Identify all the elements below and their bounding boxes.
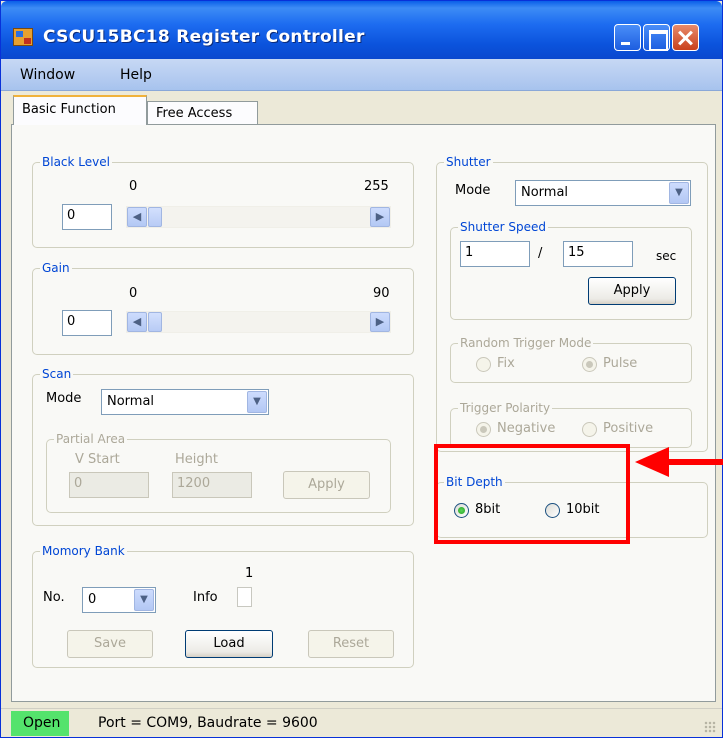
arrow-left-icon bbox=[635, 447, 669, 477]
tab-basic-function[interactable]: Basic Function bbox=[13, 95, 147, 125]
black-level-title: Black Level bbox=[40, 154, 112, 170]
partial-area-title: Partial Area bbox=[54, 431, 128, 447]
black-level-min-label: 0 bbox=[129, 179, 138, 194]
connection-status-badge: Open bbox=[11, 711, 69, 736]
shutter-mode-value: Normal bbox=[521, 185, 569, 200]
arrow-left-icon[interactable]: ◀ bbox=[127, 207, 147, 227]
random-trigger-group: Random Trigger Mode Fix Pulse bbox=[450, 335, 692, 383]
shutter-denominator-input[interactable]: 15 bbox=[563, 241, 633, 267]
radio-positive[interactable] bbox=[582, 422, 597, 437]
menu-window[interactable]: Window bbox=[20, 67, 75, 83]
scan-title: Scan bbox=[40, 366, 74, 382]
shutter-separator: / bbox=[538, 246, 543, 261]
shutter-mode-label: Mode bbox=[455, 183, 491, 198]
gain-input[interactable]: 0 bbox=[62, 310, 112, 336]
shutter-speed-group: Shutter Speed 1 / 15 sec Apply bbox=[450, 219, 692, 320]
shutter-mode-select[interactable]: Normal ▼ bbox=[515, 180, 691, 206]
random-trigger-title: Random Trigger Mode bbox=[458, 335, 594, 351]
random-trigger-pulse-option[interactable]: Pulse bbox=[582, 355, 672, 375]
height-input[interactable]: 1200 bbox=[172, 472, 252, 498]
black-level-input[interactable]: 0 bbox=[62, 204, 112, 230]
memory-bank-group: Momory Bank No. 0 ▼ 1 Info Save Load Res… bbox=[32, 543, 414, 668]
tab-panel-basic-function: Black Level 0 255 0 ◀ ▶ Gain 0 90 0 ◀ ▶ … bbox=[11, 124, 716, 702]
maximize-button[interactable] bbox=[643, 24, 670, 51]
menu-help[interactable]: Help bbox=[120, 67, 152, 83]
close-button[interactable] bbox=[672, 24, 699, 51]
chevron-down-icon[interactable]: ▼ bbox=[669, 182, 689, 204]
bank-number-value: 0 bbox=[88, 592, 97, 607]
bank-load-button[interactable]: Load bbox=[185, 630, 273, 658]
shutter-group: Shutter Mode Normal ▼ Shutter Speed 1 / … bbox=[436, 154, 708, 452]
shutter-numerator-input[interactable]: 1 bbox=[460, 241, 530, 267]
gain-min-label: 0 bbox=[129, 286, 138, 301]
polarity-negative-option[interactable]: Negative bbox=[476, 420, 566, 440]
app-window: CSCU15BC18 Register Controller Window He… bbox=[0, 0, 723, 738]
radio-negative[interactable] bbox=[476, 422, 491, 437]
polarity-negative-label: Negative bbox=[497, 421, 556, 436]
trigger-polarity-group: Trigger Polarity Negative Positive bbox=[450, 400, 692, 448]
arrow-right-icon[interactable]: ▶ bbox=[370, 207, 390, 227]
black-level-max-label: 255 bbox=[364, 179, 389, 194]
chevron-down-icon[interactable]: ▼ bbox=[247, 391, 267, 413]
bank-reset-button[interactable]: Reset bbox=[308, 630, 394, 658]
vstart-label: V Start bbox=[75, 452, 120, 467]
polarity-positive-option[interactable]: Positive bbox=[582, 420, 682, 440]
window-title: CSCU15BC18 Register Controller bbox=[43, 27, 365, 47]
bank-number-select[interactable]: 0 ▼ bbox=[82, 587, 156, 613]
app-icon bbox=[13, 28, 33, 46]
random-trigger-fix-label: Fix bbox=[497, 356, 515, 371]
vstart-input[interactable]: 0 bbox=[69, 472, 149, 498]
gain-slider-thumb[interactable] bbox=[148, 312, 162, 332]
chevron-down-icon[interactable]: ▼ bbox=[134, 589, 154, 611]
shutter-unit-label: sec bbox=[656, 249, 677, 263]
bank-number-label: No. bbox=[43, 590, 65, 605]
arrow-right-icon[interactable]: ▶ bbox=[370, 312, 390, 332]
gain-group: Gain 0 90 0 ◀ ▶ bbox=[32, 260, 414, 355]
partial-area-apply-button[interactable]: Apply bbox=[283, 471, 370, 499]
black-level-slider[interactable]: ◀ ▶ bbox=[126, 206, 391, 228]
scan-mode-select[interactable]: Normal ▼ bbox=[101, 389, 269, 415]
gain-max-label: 90 bbox=[373, 286, 390, 301]
title-bar[interactable]: CSCU15BC18 Register Controller bbox=[1, 1, 722, 59]
menu-bar: Window Help bbox=[1, 59, 722, 91]
random-trigger-fix-option[interactable]: Fix bbox=[476, 355, 536, 375]
gain-slider[interactable]: ◀ ▶ bbox=[126, 311, 391, 333]
annotation-arrow-shaft bbox=[667, 459, 723, 465]
shutter-speed-title: Shutter Speed bbox=[458, 219, 548, 235]
gain-title: Gain bbox=[40, 260, 72, 276]
black-level-slider-thumb[interactable] bbox=[148, 207, 162, 227]
info-value: 1 bbox=[245, 566, 254, 581]
arrow-left-icon[interactable]: ◀ bbox=[127, 312, 147, 332]
bank-save-button[interactable]: Save bbox=[67, 630, 153, 658]
scan-group: Scan Mode Normal ▼ Partial Area V Start … bbox=[32, 366, 414, 526]
connection-status-text: Port = COM9, Baudrate = 9600 bbox=[98, 715, 318, 731]
random-trigger-pulse-label: Pulse bbox=[603, 356, 638, 371]
info-label: Info bbox=[193, 590, 218, 605]
memory-bank-title: Momory Bank bbox=[40, 543, 127, 559]
shutter-apply-button[interactable]: Apply bbox=[588, 277, 676, 305]
resize-grip-icon[interactable] bbox=[704, 721, 716, 733]
bit-depth-highlight-box bbox=[434, 444, 630, 544]
height-label: Height bbox=[175, 452, 218, 467]
status-bar: Open Port = COM9, Baudrate = 9600 bbox=[1, 708, 722, 737]
trigger-polarity-title: Trigger Polarity bbox=[458, 400, 553, 416]
black-level-group: Black Level 0 255 0 ◀ ▶ bbox=[32, 154, 414, 248]
polarity-positive-label: Positive bbox=[603, 421, 654, 436]
shutter-title: Shutter bbox=[444, 154, 493, 170]
scan-mode-value: Normal bbox=[107, 394, 155, 409]
info-indicator bbox=[237, 587, 252, 607]
minimize-button[interactable] bbox=[614, 24, 641, 51]
radio-fix[interactable] bbox=[476, 357, 491, 372]
tab-free-access[interactable]: Free Access bbox=[147, 101, 258, 125]
radio-pulse[interactable] bbox=[582, 357, 597, 372]
partial-area-group: Partial Area V Start Height 0 1200 Apply bbox=[46, 431, 391, 513]
scan-mode-label: Mode bbox=[46, 391, 82, 406]
